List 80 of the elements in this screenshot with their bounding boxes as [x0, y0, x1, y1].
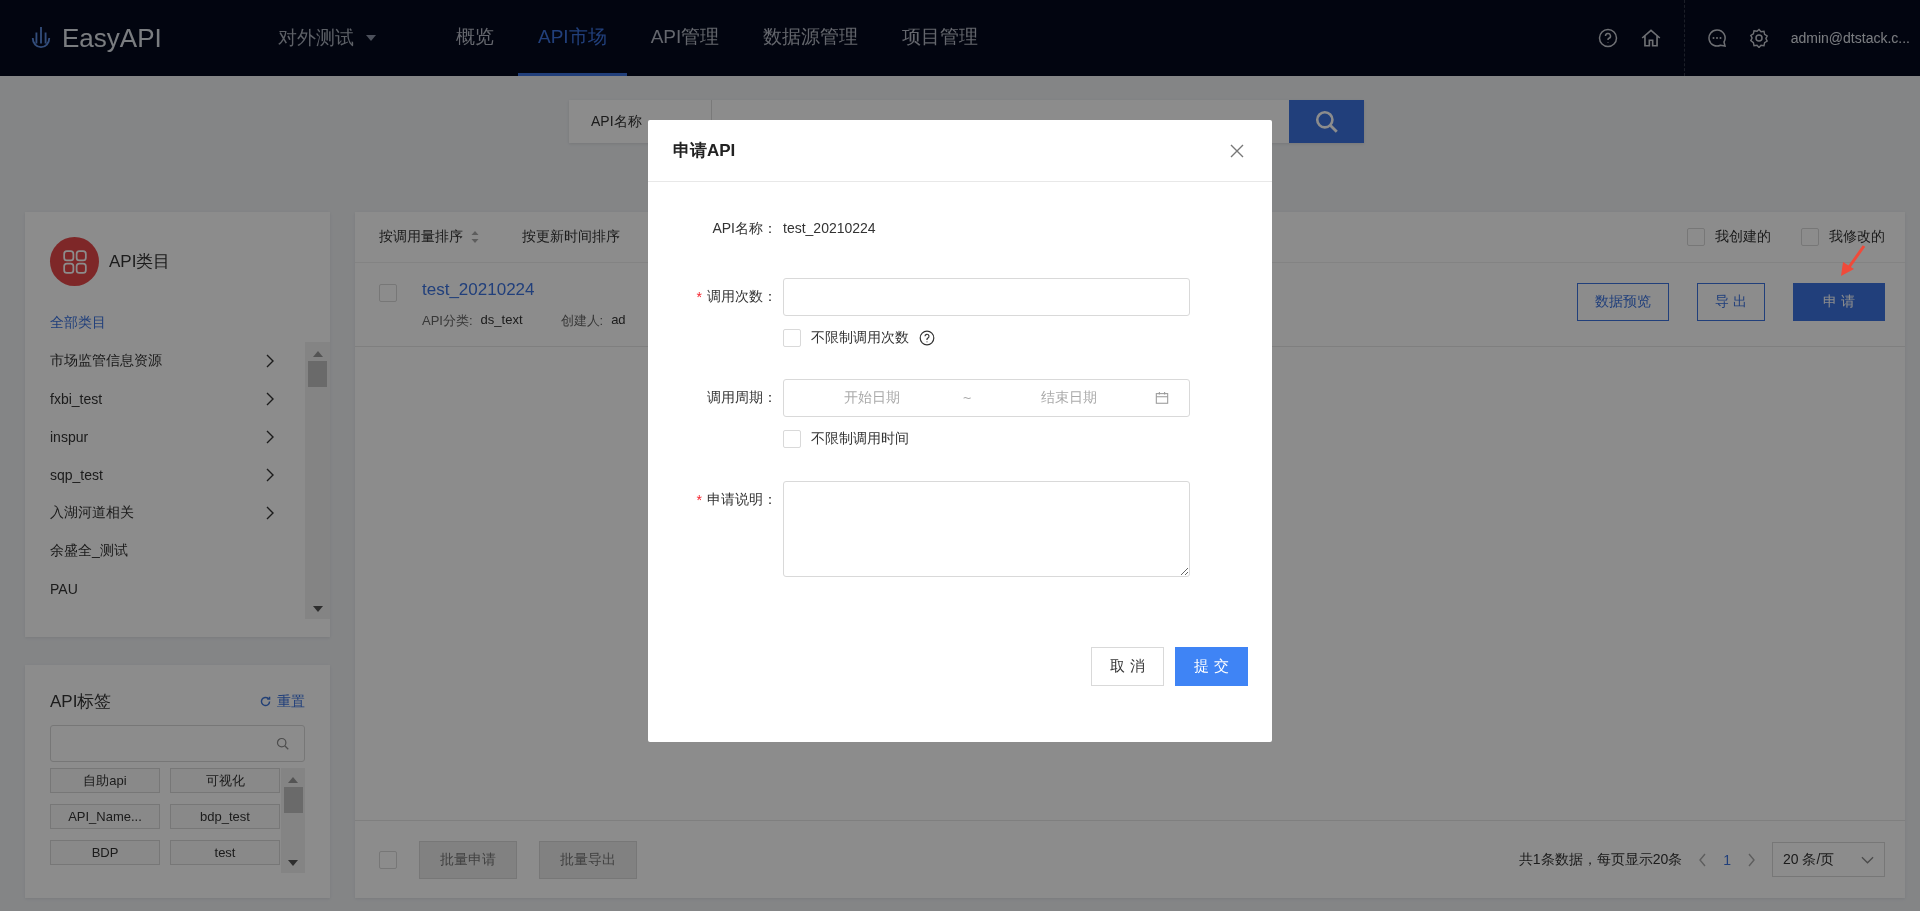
panel-title: API标签 [50, 691, 112, 713]
category-value: ds_text [480, 311, 523, 329]
chevron-right-icon [265, 468, 275, 482]
apply-button[interactable]: 申 请 [1793, 283, 1885, 321]
total-count: 共1条数据，每页显示20条 [1518, 850, 1683, 869]
tag-chip[interactable]: 可视化 [170, 768, 280, 793]
api-name-value: test_20210224 [783, 220, 877, 236]
field-label: 调用次数： [707, 288, 777, 306]
category-label: API分类: [422, 311, 473, 330]
submit-button[interactable]: 提 交 [1175, 647, 1248, 686]
nav-tab[interactable]: 项目管理 [882, 0, 999, 76]
reset-link[interactable]: 重置 [259, 692, 305, 711]
category-item[interactable]: 入湖河道相关 [50, 494, 275, 532]
nav-tab[interactable]: API管理 [630, 0, 740, 76]
next-page-icon[interactable] [1747, 852, 1756, 867]
tag-search-field[interactable] [50, 725, 305, 762]
reason-textarea[interactable] [783, 481, 1190, 577]
chevron-right-icon [265, 392, 275, 406]
field-label: 调用周期： [707, 389, 777, 407]
close-icon[interactable] [1230, 143, 1244, 158]
page-number[interactable]: 1 [1723, 851, 1731, 868]
category-item[interactable]: inspur [50, 418, 275, 456]
chevron-right-icon [265, 430, 275, 444]
caret-icon [366, 35, 376, 41]
category-item[interactable]: fxbi_test [50, 380, 275, 418]
category-item[interactable]: 余盛全_测试 [50, 532, 275, 570]
category-item[interactable]: 市场监管信息资源 [50, 342, 275, 380]
field-label: API名称： [712, 220, 777, 238]
panel-title: API类目 [109, 251, 171, 273]
home-icon[interactable] [1639, 27, 1662, 49]
checkbox-label: 不限制调用次数 [811, 329, 909, 347]
category-icon [50, 237, 99, 286]
nav-tab[interactable]: 数据源管理 [743, 0, 879, 76]
action-button[interactable]: 数据预览 [1577, 283, 1670, 321]
project-switch[interactable]: 对外测试 [278, 25, 436, 51]
sort-option[interactable]: 按调用量排序 [379, 228, 479, 246]
scrollbar[interactable] [281, 768, 305, 873]
required-mark: * [696, 289, 702, 305]
search-icon [276, 736, 290, 751]
search-icon [1313, 108, 1340, 135]
tag-chip[interactable]: bdp_test [170, 804, 280, 829]
checkbox[interactable] [783, 329, 801, 347]
category-item[interactable]: 全部类目 [50, 304, 275, 342]
previous-page-icon[interactable] [1698, 852, 1708, 867]
refresh-icon [259, 695, 272, 708]
creator-value: ad [611, 311, 626, 329]
chevron-right-icon [265, 354, 275, 368]
chat-icon[interactable] [1706, 28, 1727, 48]
chevron-down-icon [1861, 855, 1874, 864]
action-button[interactable]: 导 出 [1697, 283, 1765, 321]
tag-chip[interactable]: API_Name... [50, 804, 160, 829]
tag-chip[interactable]: BDP [50, 840, 160, 865]
calendar-icon [1155, 391, 1169, 405]
page-size-select[interactable]: 20 条/页 [1772, 842, 1885, 877]
checkbox-label: 不限制调用时间 [811, 430, 909, 448]
help-icon[interactable] [919, 330, 935, 346]
tag-chip[interactable]: 自助api [50, 768, 160, 793]
required-mark: * [696, 492, 702, 508]
chevron-right-icon [265, 506, 275, 520]
cancel-button[interactable]: 取 消 [1091, 647, 1164, 686]
category-item[interactable]: sqp_test [50, 456, 275, 494]
user-menu[interactable]: admin@dtstack.c... [1790, 30, 1910, 46]
logo-icon [30, 25, 52, 51]
tag-chip[interactable]: test [170, 840, 280, 865]
field-label: 申请说明： [707, 491, 777, 509]
sort-icon [471, 231, 479, 243]
annotation-arrow [1838, 244, 1868, 278]
dialog-title: 申请API [673, 140, 736, 162]
call-count-field[interactable] [783, 278, 1190, 316]
filter-label: 我创建的 [1715, 228, 1771, 246]
filter-label: 我修改的 [1829, 228, 1885, 246]
checkbox[interactable] [783, 430, 801, 448]
scrollbar[interactable] [305, 342, 330, 619]
search-button[interactable] [1289, 100, 1364, 143]
app-logo[interactable]: EasyAPI [62, 22, 162, 54]
settings-icon[interactable] [1748, 28, 1769, 48]
nav-tab[interactable]: 概览 [436, 0, 514, 76]
creator-label: 创建人: [560, 311, 604, 330]
sort-option[interactable]: 按更新时间排序 [522, 228, 620, 246]
category-item[interactable]: PAU [50, 570, 275, 608]
